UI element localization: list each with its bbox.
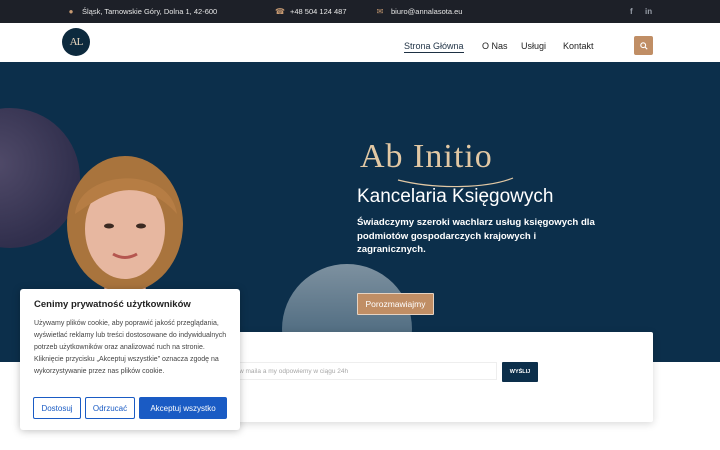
nav-item-about[interactable]: O Nas xyxy=(482,41,508,51)
logo[interactable]: AL xyxy=(62,28,90,56)
phone-text[interactable]: +48 504 124 487 xyxy=(290,7,347,16)
address-item: ● Śląsk, Tarnowskie Góry, Dolna 1, 42-60… xyxy=(67,0,218,23)
phone-item[interactable]: ☎ +48 504 124 487 xyxy=(275,0,347,23)
location-pin-icon: ● xyxy=(68,7,74,16)
nav-item-services[interactable]: Usługi xyxy=(521,41,546,51)
email-item[interactable]: ✉ biuro@annalasota.eu xyxy=(376,0,463,23)
top-info-bar: ● Śląsk, Tarnowskie Góry, Dolna 1, 42-60… xyxy=(0,0,720,23)
facebook-icon[interactable]: f xyxy=(630,0,633,23)
nav-item-home[interactable]: Strona Główna xyxy=(404,41,464,53)
cookie-title: Cenimy prywatność użytkowników xyxy=(34,299,191,310)
linkedin-icon[interactable]: in xyxy=(645,0,652,23)
cookie-description: Używamy plików cookie, aby poprawić jako… xyxy=(34,320,227,375)
newsletter-send-button[interactable]: WYŚLIJ xyxy=(502,362,538,382)
newsletter-email-input[interactable]: w maila a my odpowiemy w ciągu 24h xyxy=(234,362,497,380)
address-text: Śląsk, Tarnowskie Góry, Dolna 1, 42-600 xyxy=(82,7,218,16)
site-header: AL Strona Główna O Nas Usługi Kontakt xyxy=(0,23,720,62)
nav-item-contact[interactable]: Kontakt xyxy=(563,41,594,51)
hero-description: Świadczymy szeroki wachlarz usług księgo… xyxy=(357,217,595,255)
cookie-accept-all-button[interactable]: Akceptuj wszystko xyxy=(139,397,227,419)
brand-logo-text: Ab Initio xyxy=(360,138,493,175)
email-text[interactable]: biuro@annalasota.eu xyxy=(391,7,462,16)
contact-cta-button[interactable]: Porozmawiajmy xyxy=(357,293,434,315)
search-button[interactable] xyxy=(634,36,653,55)
cookie-reject-button[interactable]: Odrzucać xyxy=(85,397,135,419)
cookie-customize-button[interactable]: Dostosuj xyxy=(33,397,81,419)
hero-subtitle: Kancelaria Księgowych xyxy=(357,186,554,207)
search-icon xyxy=(639,41,648,50)
envelope-icon: ✉ xyxy=(376,7,384,16)
phone-icon: ☎ xyxy=(275,7,285,16)
